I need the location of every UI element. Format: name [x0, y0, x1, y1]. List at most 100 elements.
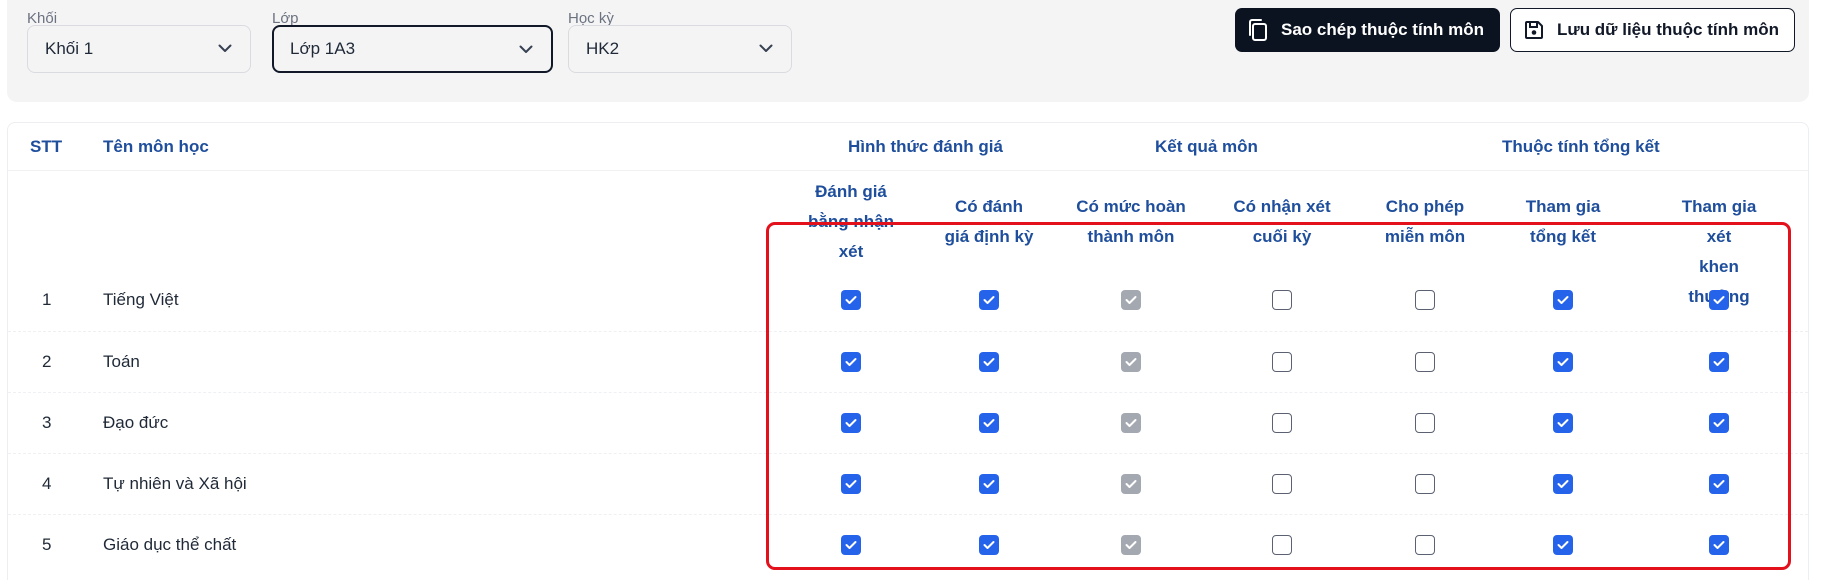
checkbox[interactable] — [1709, 290, 1729, 310]
checkbox[interactable] — [1553, 535, 1573, 555]
header-divider — [8, 170, 1808, 171]
checkbox[interactable] — [841, 290, 861, 310]
check-icon — [1557, 541, 1569, 549]
checkbox[interactable] — [1272, 413, 1292, 433]
column-header-line: giá định kỳ — [944, 227, 1034, 246]
table-row: 5 Giáo dục thể chất — [8, 514, 1808, 575]
check-icon — [1713, 480, 1725, 488]
table-row: 3 Đạo đức — [8, 392, 1808, 453]
check-icon — [1557, 419, 1569, 427]
semester-select-value: HK2 — [586, 39, 620, 58]
checkbox[interactable] — [1272, 535, 1292, 555]
column-header-in-summary: Tham gia tổng kết — [1526, 192, 1601, 252]
checkbox[interactable] — [1272, 474, 1292, 494]
checkbox[interactable] — [979, 413, 999, 433]
save-button-label: Lưu dữ liệu thuộc tính môn — [1557, 20, 1779, 39]
header-subject-name: Tên môn học — [103, 137, 209, 156]
copy-button-label: Sao chép thuộc tính môn — [1281, 20, 1485, 39]
checkbox[interactable] — [841, 352, 861, 372]
checkbox[interactable] — [979, 290, 999, 310]
checkbox[interactable] — [1553, 290, 1573, 310]
checkbox[interactable] — [1415, 290, 1435, 310]
check-icon — [983, 419, 995, 427]
check-icon — [845, 480, 857, 488]
check-icon — [983, 296, 995, 304]
column-header-line: Cho phép — [1385, 197, 1465, 216]
check-icon — [983, 358, 995, 366]
checkbox[interactable] — [841, 474, 861, 494]
checkbox[interactable] — [1553, 413, 1573, 433]
column-header-line: Đánh giá — [815, 182, 887, 201]
column-header-line: Có đánh — [954, 197, 1023, 216]
checkbox[interactable] — [979, 474, 999, 494]
column-header-allow-exemption: Cho phép miễn môn — [1385, 192, 1465, 252]
check-icon — [1125, 358, 1137, 366]
row-subject-name: Giáo dục thể chất — [103, 535, 237, 554]
check-icon — [983, 480, 995, 488]
checkbox[interactable] — [1709, 352, 1729, 372]
checkbox[interactable] — [979, 352, 999, 372]
semester-select[interactable]: HK2 — [568, 25, 792, 73]
checkbox[interactable] — [1272, 352, 1292, 372]
check-icon — [1125, 419, 1137, 427]
checkbox[interactable] — [1553, 474, 1573, 494]
row-subject-name: Toán — [103, 352, 140, 371]
table-row: 2 Toán — [8, 331, 1808, 392]
check-icon — [1713, 541, 1725, 549]
row-stt: 2 — [42, 352, 52, 371]
checkbox[interactable] — [979, 535, 999, 555]
column-header-line: xét — [838, 242, 864, 261]
check-icon — [1713, 358, 1725, 366]
check-icon — [1713, 419, 1725, 427]
check-icon — [1557, 358, 1569, 366]
checkbox[interactable] — [1553, 352, 1573, 372]
check-icon — [845, 419, 857, 427]
checkbox[interactable] — [841, 535, 861, 555]
grade-select[interactable]: Khối 1 — [27, 25, 251, 73]
check-icon — [1125, 296, 1137, 304]
column-header-line: Tham gia — [1525, 197, 1601, 216]
header-group-result: Kết quả môn — [1155, 137, 1258, 156]
check-icon — [845, 358, 857, 366]
row-subject-name: Tự nhiên và Xã hội — [103, 474, 247, 493]
check-icon — [1125, 541, 1137, 549]
row-stt: 3 — [42, 413, 52, 432]
class-select[interactable]: Lớp 1A3 — [272, 25, 553, 73]
row-subject-name: Tiếng Việt — [103, 290, 179, 309]
checkbox — [1121, 474, 1141, 494]
header-stt: STT — [30, 137, 63, 156]
checkbox[interactable] — [1709, 474, 1729, 494]
checkbox[interactable] — [1709, 535, 1729, 555]
column-header-line: Có mức hoàn — [1076, 197, 1186, 216]
copy-subject-attributes-button[interactable]: Sao chép thuộc tính môn — [1235, 8, 1500, 52]
class-select-value: Lớp 1A3 — [290, 39, 356, 58]
checkbox[interactable] — [1415, 352, 1435, 372]
checkbox[interactable] — [1272, 290, 1292, 310]
column-header-comment-assessment: Đánh giá bằng nhận xét — [808, 177, 894, 267]
checkbox[interactable] — [1415, 474, 1435, 494]
checkbox[interactable] — [841, 413, 861, 433]
check-icon — [983, 541, 995, 549]
copy-icon — [1249, 19, 1267, 41]
column-header-line: Có nhận xét — [1233, 197, 1331, 216]
checkbox[interactable] — [1415, 413, 1435, 433]
column-header-final-comment: Có nhận xét cuối kỳ — [1233, 192, 1330, 252]
column-header-line: tổng kết — [1529, 227, 1597, 246]
floppy-disk-icon — [1525, 21, 1543, 39]
column-header-line: thành môn — [1087, 227, 1175, 246]
checkbox — [1121, 352, 1141, 372]
save-subject-attributes-button[interactable]: Lưu dữ liệu thuộc tính môn — [1510, 8, 1795, 52]
checkbox[interactable] — [1709, 413, 1729, 433]
header-group-summary: Thuộc tính tổng kết — [1502, 137, 1660, 156]
row-stt: 4 — [42, 474, 52, 493]
column-header-completion-level: Có mức hoàn thành môn — [1076, 192, 1186, 252]
checkbox[interactable] — [1415, 535, 1435, 555]
filter-panel: Khối Khối 1 Lớp Lớp 1A3 Học kỳ HK2 Sao c… — [7, 0, 1809, 102]
chevron-down-icon — [759, 44, 773, 52]
column-header-line: miễn môn — [1384, 227, 1466, 246]
grade-select-value: Khối 1 — [45, 39, 94, 58]
chevron-down-icon — [218, 44, 232, 52]
row-stt: 5 — [42, 535, 52, 554]
checkbox — [1121, 290, 1141, 310]
check-icon — [1713, 296, 1725, 304]
